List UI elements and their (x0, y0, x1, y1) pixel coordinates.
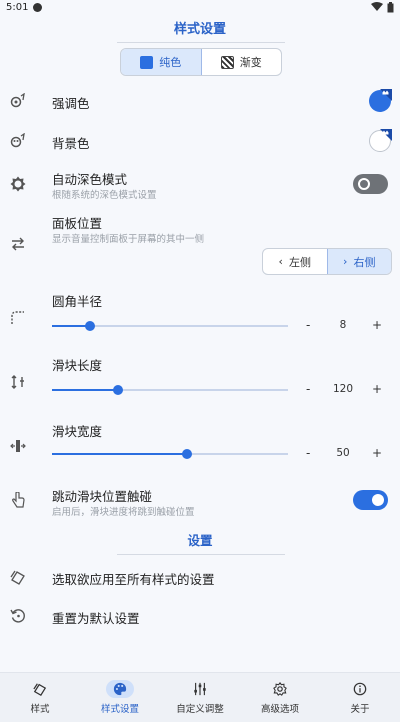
right-side-label: 右侧 (353, 255, 376, 269)
slider-fill (52, 389, 118, 391)
slider-length-increment[interactable]: + (372, 382, 382, 396)
slider-width-row: 滑块宽度 - 50 + (0, 418, 400, 474)
toggle-knob (358, 178, 370, 190)
page-title: 样式设置 (173, 22, 226, 37)
nav-label: 样式 (30, 704, 50, 715)
nav-item-custom-adjust[interactable]: 自定义调整 (160, 673, 240, 722)
touch-icon (12, 492, 25, 508)
nav-item-advanced[interactable]: 高级选项 (240, 673, 320, 722)
solid-label: 纯色 (159, 56, 182, 69)
gradient-fill-icon (220, 55, 234, 69)
slider-thumb[interactable] (113, 385, 123, 395)
jump-touch-row[interactable]: 跳动滑块位置触碰 启用后，滑块进度将跳到触碰位置 (0, 484, 400, 520)
chevron-right-icon: › (343, 255, 348, 268)
slider-width-icon (10, 440, 26, 452)
gradient-label: 渐变 (239, 56, 262, 69)
slider-length-slider[interactable] (52, 385, 288, 395)
auto-dark-mode-toggle[interactable] (353, 174, 388, 194)
fill-type-segmented: 纯色 渐变 (120, 48, 282, 76)
layers-icon (10, 570, 25, 585)
reset-row[interactable]: 重置为默认设置 (0, 601, 400, 631)
left-side-label: 左侧 (288, 255, 311, 269)
nav-label: 样式设置 (100, 704, 139, 715)
corner-radius-slider[interactable] (52, 321, 288, 331)
palette-icon (106, 680, 134, 698)
nav-item-styles[interactable]: 样式 (0, 673, 80, 722)
accent-color-label: 强调色 (52, 96, 90, 111)
notification-icon (33, 2, 43, 12)
corner-radius-decrement[interactable]: - (306, 318, 310, 332)
accent-color-icon (10, 93, 25, 108)
jump-touch-subtitle: 启用后，滑块进度将跳到触碰位置 (52, 507, 195, 518)
nav-label: 高级选项 (260, 704, 299, 715)
info-icon (346, 680, 374, 698)
right-side-button[interactable]: › 右侧 (326, 249, 391, 274)
toggle-knob (372, 494, 384, 506)
chevron-left-icon: ‹ (278, 255, 283, 268)
slider-length-icon (11, 375, 24, 389)
auto-dark-mode-row[interactable]: 自动深色模式 根随系统的深色模式设置 (0, 166, 400, 202)
solid-button[interactable]: 纯色 (121, 49, 202, 75)
nav-label: 关于 (350, 704, 370, 715)
solid-fill-icon (140, 55, 154, 69)
auto-dark-mode-label: 自动深色模式 (52, 172, 128, 187)
corner-radius-value: 8 (339, 319, 347, 331)
accent-color-swatch[interactable] (368, 89, 392, 113)
slider-length-value: 120 (332, 383, 354, 395)
left-side-button[interactable]: ‹ 左侧 (263, 249, 327, 274)
bottom-navigation: 样式 样式设置 自定义调整 高级选项 关于 (0, 672, 400, 722)
slider-width-increment[interactable]: + (372, 446, 382, 460)
dark-mode-icon (10, 176, 26, 192)
tune-icon (186, 680, 214, 698)
auto-dark-mode-subtitle: 根随系统的深色模式设置 (52, 190, 157, 201)
background-color-swatch[interactable] (368, 129, 392, 153)
section-divider (117, 554, 285, 555)
slider-width-value: 50 (336, 447, 350, 459)
apply-all-row[interactable]: 选取欲应用至所有样式的设置 (0, 562, 400, 592)
status-time: 5:01 (6, 1, 29, 13)
battery-icon (387, 1, 394, 12)
gear-icon (266, 680, 294, 698)
wifi-icon (371, 2, 383, 11)
slider-width-slider[interactable] (52, 449, 288, 459)
nav-item-about[interactable]: 关于 (320, 673, 400, 722)
panel-position-subtitle: 显示音量控制面板于屏幕的其中一侧 (52, 234, 205, 245)
settings-section-title: 设置 (187, 533, 213, 548)
nav-label: 自定义调整 (176, 704, 224, 715)
panel-position-label: 面板位置 (52, 216, 103, 231)
styles-icon (26, 680, 54, 698)
background-color-label: 背景色 (52, 136, 90, 151)
apply-all-label: 选取欲应用至所有样式的设置 (52, 572, 215, 587)
background-color-icon (10, 133, 25, 148)
status-bar: 5:01 (0, 0, 400, 14)
swap-arrows-icon (12, 237, 24, 251)
gradient-button[interactable]: 渐变 (202, 49, 282, 75)
slider-width-decrement[interactable]: - (306, 446, 310, 460)
corner-radius-row: 圆角半径 - 8 + (0, 288, 400, 344)
background-color-row[interactable]: 背景色 (0, 126, 400, 156)
slider-length-row: 滑块长度 - 120 + (0, 352, 400, 408)
slider-length-label: 滑块长度 (52, 358, 103, 373)
jump-touch-label: 跳动滑块位置触碰 (52, 489, 153, 504)
corner-radius-icon (11, 311, 24, 324)
corner-radius-label: 圆角半径 (52, 294, 103, 309)
nav-item-style-settings[interactable]: 样式设置 (80, 673, 160, 722)
slider-width-label: 滑块宽度 (52, 424, 103, 439)
jump-touch-toggle[interactable] (353, 490, 388, 510)
corner-radius-increment[interactable]: + (372, 318, 382, 332)
header-divider (117, 42, 285, 43)
slider-thumb[interactable] (85, 321, 95, 331)
slider-length-decrement[interactable]: - (306, 382, 310, 396)
panel-side-toggle: ‹ 左侧 › 右侧 (262, 248, 392, 275)
reset-label: 重置为默认设置 (52, 611, 140, 626)
accent-color-row[interactable]: 强调色 (0, 86, 400, 116)
slider-thumb[interactable] (182, 449, 192, 459)
slider-fill (52, 453, 187, 455)
reset-icon (10, 609, 25, 623)
